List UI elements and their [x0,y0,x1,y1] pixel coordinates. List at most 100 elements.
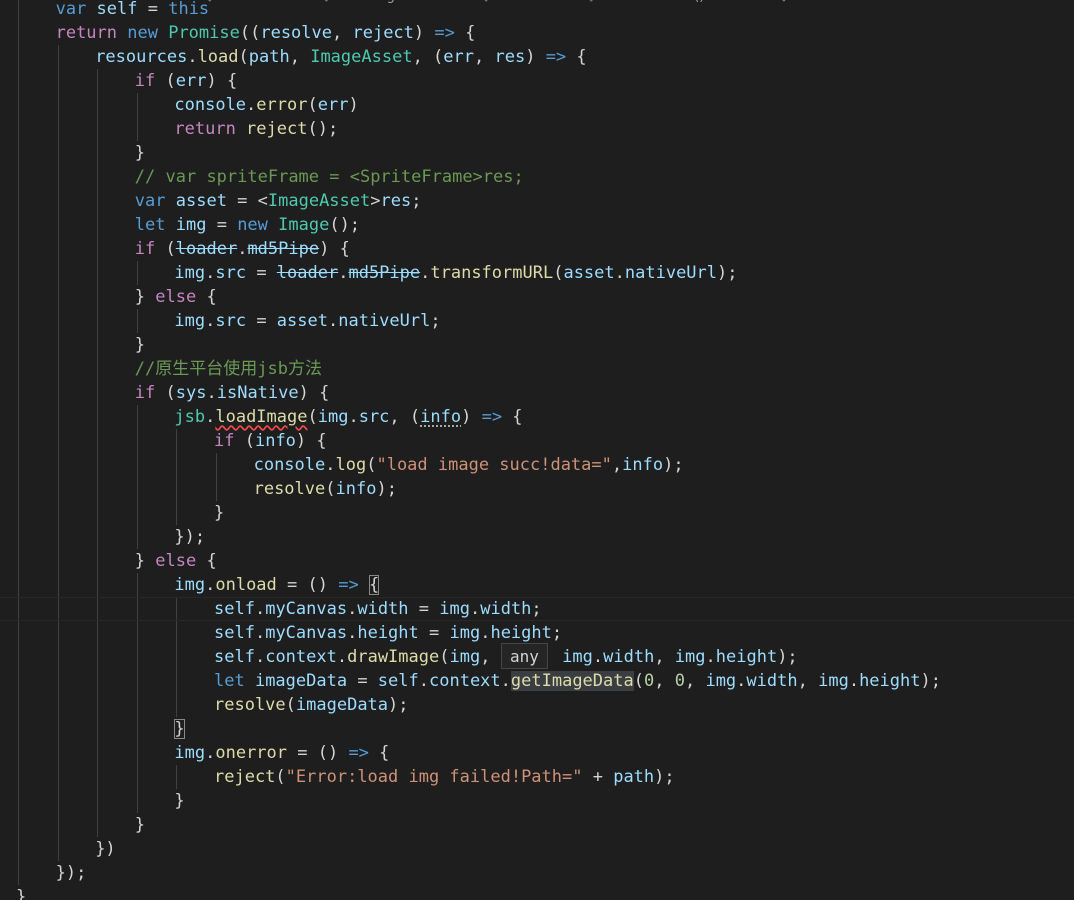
code-line[interactable]: } else { [0,549,1074,573]
code-token: img [174,575,206,595]
code-token: height [490,623,552,643]
code-token: if [214,431,245,451]
code-token: var [134,191,176,211]
code-token: ( [238,47,249,67]
code-token: . [205,311,216,331]
code-token: ; [531,599,542,619]
code-line[interactable]: }); [0,861,1074,885]
code-line[interactable]: jsb.loadImage(img.src, (info) => { [0,405,1074,429]
code-line[interactable]: resolve(info); [0,477,1074,501]
code-token: => [434,23,455,43]
code-line[interactable]: reject("Error:load img failed!Path=" + p… [0,765,1074,789]
code-token: src [215,263,247,283]
code-token: . [348,407,359,427]
code-token: . [480,623,491,643]
code-line[interactable]: } [0,789,1074,813]
code-token: self [214,647,255,667]
code-token: , [332,23,353,43]
code-token: imageData [295,695,389,715]
code-token: } [174,719,185,739]
code-line[interactable]: if (loader.md5Pipe) { [0,237,1074,261]
code-token: self [96,0,138,19]
code-token: ) [348,95,359,115]
code-token: width [480,599,532,619]
code-line[interactable]: } [0,141,1074,165]
code-token: } [16,887,27,900]
code-line[interactable]: //原生平台使用jsb方法 [0,357,1074,381]
code-line[interactable]: resolve(imageData); [0,693,1074,717]
code-token: ; [411,191,422,211]
code-line[interactable]: console.error(err) [0,93,1074,117]
code-line[interactable]: console.log("load image succ!data=",info… [0,453,1074,477]
code-line[interactable]: img.src = loader.md5Pipe.transformURL(as… [0,261,1074,285]
code-line[interactable]: } else { [0,285,1074,309]
code-line[interactable]: if (err) { [0,69,1074,93]
code-token: info [254,431,296,451]
code-line[interactable]: resources.load(path, ImageAsset, (err, r… [0,45,1074,69]
code-line[interactable]: return new Promise((resolve, reject) => … [0,21,1074,45]
code-token: . [205,575,216,595]
code-token: height [357,623,419,643]
code-token: ) { [319,239,350,259]
code-token: Promise [168,23,240,43]
code-token: img [174,263,206,283]
code-token: }) [95,839,116,859]
code-line[interactable]: }) [0,837,1074,861]
code-line[interactable]: let img = new Image(); [0,213,1074,237]
code-line[interactable]: var self = this [0,0,1074,21]
code-token: width [357,599,409,619]
code-token: "load image succ!data=" [376,455,612,475]
code-token: } [134,143,146,163]
code-token: = < [226,191,268,211]
code-token: err [175,71,207,91]
code-token: imageData [254,671,348,691]
code-token: getImageData [510,671,634,691]
code-token: = [418,623,450,643]
code-line[interactable]: } [0,885,1074,900]
hover-tooltip-text: any [510,647,539,666]
code-line[interactable]: let imageData = self.context.getImageDat… [0,669,1074,693]
code-token: img [674,647,706,667]
code-line[interactable]: img.onload = () => { [0,573,1074,597]
code-line[interactable]: self.myCanvas.height = img.height; [0,621,1074,645]
code-line[interactable]: // var spriteFrame = <SpriteFrame>res; [0,165,1074,189]
code-token: ImageAsset [267,191,371,211]
code-line[interactable]: } [0,501,1074,525]
code-line[interactable]: } [0,717,1074,741]
code-token: ); [376,479,397,499]
code-line[interactable]: return reject(); [0,117,1074,141]
code-editor[interactable]: Game›TSGameCanvas.ts›◈GameCanvas›◈loadIm… [0,0,1074,900]
code-token: } [134,815,146,835]
code-token: { [454,23,476,43]
code-line[interactable]: img.onerror = () => { [0,741,1074,765]
code-token: } [174,791,185,811]
code-token: = [246,263,277,283]
code-token: } [134,335,146,355]
code-token: path [248,47,290,67]
code-line[interactable]: } [0,333,1074,357]
code-line[interactable]: img.src = asset.nativeUrl; [0,309,1074,333]
code-token: ( [307,95,318,115]
code-token: ); [654,767,675,787]
code-token: , ( [412,47,444,67]
code-line-current[interactable]: self.myCanvas.width = img.width; [0,597,1074,621]
code-token: } [134,287,156,307]
code-token: = [246,311,277,331]
code-token: ( [439,647,450,667]
code-token: let [134,215,176,235]
code-line[interactable]: if (sys.isNative) { [0,381,1074,405]
code-token: drawImage [347,647,440,667]
code-token: 0 [674,671,685,691]
code-line[interactable]: if (info) { [0,429,1074,453]
code-line[interactable]: }); [0,525,1074,549]
code-token: . [347,599,358,619]
code-token: . [347,623,358,643]
code-line[interactable]: } [0,813,1074,837]
code-token: "Error:load img failed!Path=" [285,767,583,787]
code-token: . [418,671,429,691]
code-line[interactable]: var asset = <ImageAsset>res; [0,189,1074,213]
code-token: ; [430,311,441,331]
code-token: self [377,671,419,691]
code-token: (( [239,23,261,43]
code-token: if [134,383,166,403]
